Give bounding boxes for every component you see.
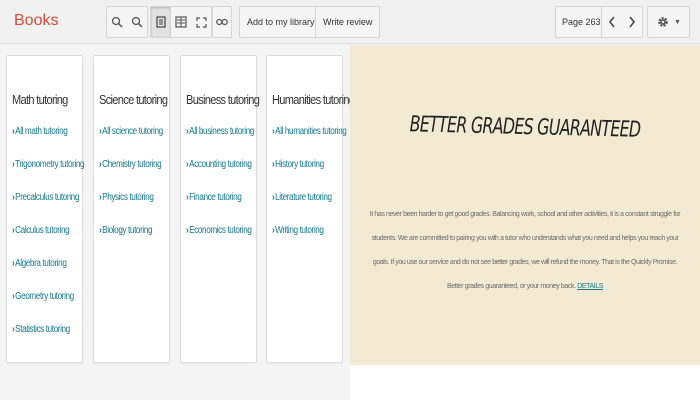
zoom-in-icon [131,16,143,28]
fullscreen-icon [195,16,207,28]
single-page-view-button[interactable] [151,7,171,37]
category-link[interactable]: Geometry tutoring [12,291,84,324]
page-number-label: Page 263 [562,17,601,27]
category-link[interactable]: Chemistry tutoring [99,159,163,192]
write-review-label: Write review [323,17,373,27]
tutoring-categories-panel: Math tutoring All math tutoring Trigonom… [0,45,355,400]
brand-logo[interactable]: Books [14,12,58,30]
zoom-controls [106,6,148,38]
fullscreen-button[interactable] [191,7,211,37]
category-link[interactable]: Precalculus tutoring [12,192,84,225]
previous-page-button[interactable] [602,7,622,37]
zoom-out-button[interactable] [107,7,127,37]
chevron-right-icon [629,16,635,28]
category-card-humanities: Humanities tutoring All humanities tutor… [266,55,355,363]
category-link[interactable]: Writing tutoring [272,225,346,258]
category-link[interactable]: All math tutoring [12,126,84,159]
page-background [350,365,700,400]
promo-banner: BETTER GRADES GUARANTEED It has never be… [350,45,700,365]
category-link[interactable]: History tutoring [272,159,346,192]
promo-body-text: It has never been harder to get good gra… [369,211,681,290]
link-button[interactable] [213,7,231,37]
category-link[interactable]: Trigonometry tutoring [12,159,84,192]
category-link[interactable]: Algebra tutoring [12,258,84,291]
category-link[interactable]: All business tutoring [186,126,254,159]
card-title: Humanities tutoring [272,92,355,107]
category-card-business: Business tutoring All business tutoring … [180,55,260,363]
top-toolbar: Books Add to my library ▼ Write review P… [0,0,700,44]
card-title: Science tutoring [99,92,168,107]
category-link[interactable]: All science tutoring [99,126,163,159]
category-link[interactable]: Economics tutoring [186,225,254,258]
promo-body: It has never been harder to get good gra… [366,203,684,299]
category-card-math: Math tutoring All math tutoring Trigonom… [6,55,85,363]
page-nav-controls [601,6,643,38]
chevron-left-icon [609,16,615,28]
view-mode-controls [150,6,212,38]
zoom-in-button[interactable] [127,7,147,37]
card-title: Math tutoring [12,92,68,107]
two-page-icon [175,16,187,28]
gear-icon [658,17,668,27]
add-to-library-label: Add to my library [247,17,315,27]
write-review-button[interactable]: Write review [315,6,381,38]
settings-button[interactable]: ▼ [647,6,690,38]
category-link[interactable]: Calculus tutoring [12,225,84,258]
category-link[interactable]: Physics tutoring [99,192,163,225]
next-page-button[interactable] [622,7,642,37]
category-link[interactable]: Accounting tutoring [186,159,254,192]
promo-headline: BETTER GRADES GUARANTEED [409,112,641,143]
page-icon [156,16,166,28]
card-title: Business tutoring [186,92,260,107]
category-link[interactable]: Statistics tutoring [12,324,84,357]
category-link[interactable]: Biology tutoring [99,225,163,258]
category-card-science: Science tutoring All science tutoring Ch… [93,55,170,363]
details-link[interactable]: DETAILS [577,283,603,290]
category-link[interactable]: Literature tutoring [272,192,346,225]
zoom-out-icon [111,16,123,28]
two-page-view-button[interactable] [171,7,191,37]
category-link[interactable]: Finance tutoring [186,192,254,225]
link-icon [216,18,228,26]
link-control [212,6,232,38]
category-link[interactable]: All humanities tutoring [272,126,347,159]
chevron-down-icon: ▼ [674,18,681,26]
